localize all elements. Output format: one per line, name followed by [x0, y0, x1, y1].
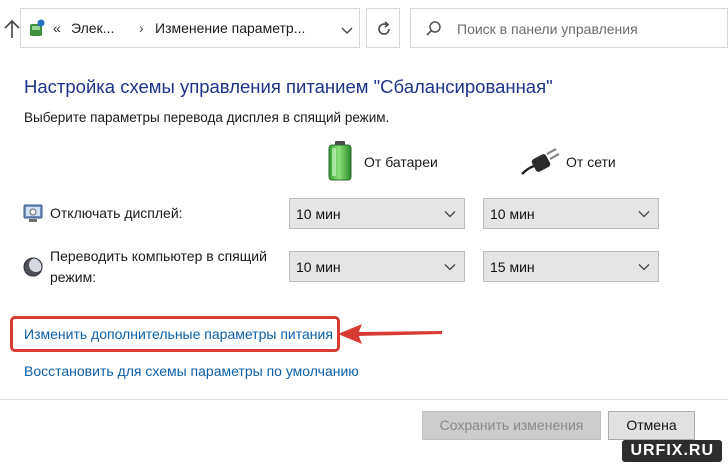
search-input[interactable]: Поиск в панели управления — [410, 8, 728, 48]
sleep-ac-value: 15 мин — [490, 259, 535, 275]
chevron-down-icon — [444, 264, 456, 271]
sleep-label-line2: режим: — [50, 269, 97, 285]
breadcrumb[interactable]: « Элек... › Изменение параметр... — [20, 8, 360, 48]
display-ac-value: 10 мин — [490, 206, 535, 222]
breadcrumb-overflow-icon[interactable]: « — [53, 20, 61, 36]
display-battery-select[interactable]: 10 мин — [289, 198, 465, 229]
breadcrumb-root[interactable]: Элек... — [71, 20, 114, 36]
column-ac-label: От сети — [566, 154, 616, 170]
breadcrumb-current[interactable]: Изменение параметр... — [155, 20, 305, 36]
display-timeout-label: Отключать дисплей: — [50, 205, 183, 221]
chevron-right-icon: › — [139, 20, 144, 36]
sleep-battery-value: 10 мин — [296, 259, 341, 275]
control-panel-icon — [27, 18, 47, 40]
battery-icon — [326, 140, 354, 187]
up-arrow-icon[interactable] — [2, 18, 22, 40]
sleep-moon-icon — [22, 256, 44, 283]
display-battery-value: 10 мин — [296, 206, 341, 222]
display-icon — [22, 202, 44, 229]
column-battery-label: От батареи — [364, 154, 438, 170]
sleep-label-line1: Переводить компьютер в спящий — [50, 248, 267, 264]
chevron-down-icon[interactable] — [341, 23, 353, 34]
address-bar: « Элек... › Изменение параметр... Поиск … — [0, 0, 728, 56]
power-plug-icon — [520, 148, 560, 183]
search-icon — [426, 21, 441, 36]
column-ac: От сети — [518, 140, 638, 184]
refresh-icon — [378, 21, 390, 35]
display-ac-select[interactable]: 10 мин — [483, 198, 659, 229]
page-title: Настройка схемы управления питанием "Сба… — [24, 76, 553, 97]
chevron-down-icon — [638, 211, 650, 218]
chevron-down-icon — [444, 211, 456, 218]
advanced-power-settings-link[interactable]: Изменить дополнительные параметры питани… — [24, 326, 333, 342]
search-placeholder: Поиск в панели управления — [457, 21, 638, 37]
chevron-down-icon — [638, 264, 650, 271]
save-button[interactable]: Сохранить изменения — [422, 411, 601, 440]
page-subtitle: Выберите параметры перевода дисплея в сп… — [24, 110, 390, 125]
refresh-button[interactable] — [366, 8, 400, 48]
footer-divider — [0, 399, 728, 400]
restore-defaults-link[interactable]: Восстановить для схемы параметры по умол… — [24, 363, 359, 379]
watermark: URFIX.RU — [622, 440, 722, 462]
cancel-button[interactable]: Отмена — [608, 411, 695, 440]
sleep-timeout-label: Переводить компьютер в спящий режим: — [50, 246, 267, 288]
column-battery: От батареи — [322, 140, 452, 184]
red-arrow-icon — [336, 322, 444, 351]
sleep-ac-select[interactable]: 15 мин — [483, 251, 659, 282]
sleep-battery-select[interactable]: 10 мин — [289, 251, 465, 282]
